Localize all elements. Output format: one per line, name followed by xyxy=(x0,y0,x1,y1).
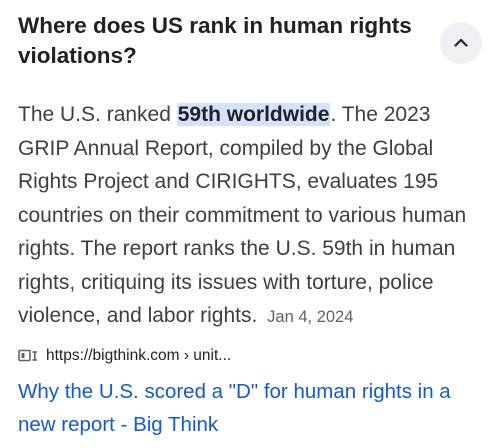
answer-highlight: 59th worldwide xyxy=(176,103,331,126)
featured-snippet-card: Where does US rank in human rights viola… xyxy=(0,0,500,448)
collapse-button[interactable] xyxy=(440,22,482,64)
source-url: https://bigthink.com › unit... xyxy=(46,347,232,364)
question-heading: Where does US rank in human rights viola… xyxy=(18,13,412,68)
result-title-link[interactable]: Why the U.S. scored a "D" for human righ… xyxy=(18,375,488,441)
answer-date: Jan 4, 2024 xyxy=(267,308,354,326)
answer-text-before: The U.S. ranked xyxy=(18,103,177,126)
source-row[interactable]: https://bigthink.com › unit... xyxy=(18,344,231,368)
answer-text-after: . The 2023 GRIP Annual Report, compiled … xyxy=(18,103,467,327)
chevron-up-icon xyxy=(454,38,468,47)
answer-text: The U.S. ranked 59th worldwide. The 2023… xyxy=(18,98,484,335)
question-row[interactable]: Where does US rank in human rights viola… xyxy=(18,11,482,71)
reader-mode-icon xyxy=(18,348,38,364)
